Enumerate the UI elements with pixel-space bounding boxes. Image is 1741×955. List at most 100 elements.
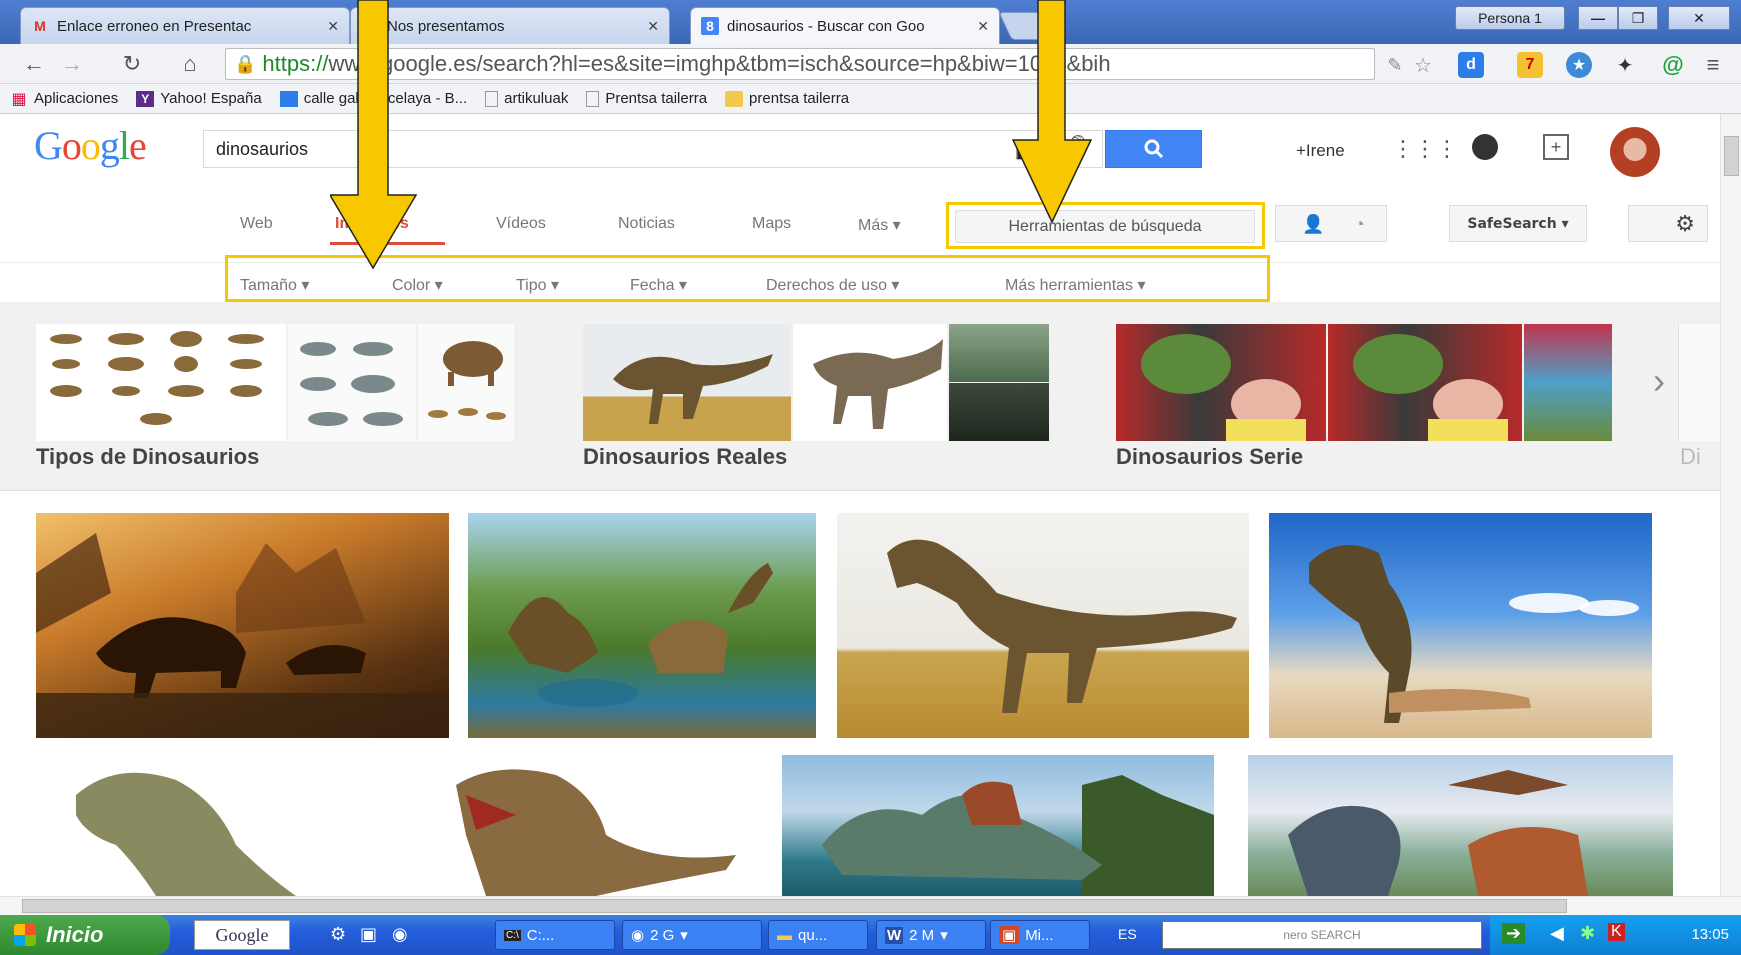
extension-at-icon[interactable]: @ [1660, 52, 1686, 78]
scrollbar-thumb[interactable] [1724, 136, 1739, 176]
related-label[interactable]: Dinosaurios Serie [1116, 444, 1303, 470]
user-link[interactable]: +Irene [1296, 141, 1345, 161]
close-window-button[interactable]: ✕ [1668, 6, 1730, 30]
related-thumb[interactable] [1524, 324, 1612, 441]
tray-arrow-icon[interactable]: ➔ [1502, 923, 1526, 944]
share-plus-icon[interactable]: + [1543, 134, 1569, 160]
search-icon [1144, 139, 1163, 159]
google-logo[interactable]: Google [34, 122, 147, 169]
quicklaunch-pdf-icon[interactable]: ▣ [360, 924, 377, 945]
bookmark-yahoo[interactable]: Y Yahoo! España [136, 90, 262, 107]
related-thumb[interactable] [793, 324, 947, 441]
start-button[interactable]: Inicio [0, 915, 170, 955]
reload-icon[interactable]: ↻ [118, 50, 146, 78]
related-thumb[interactable] [949, 324, 1049, 382]
safesearch-button[interactable]: SafeSearch ▾ [1449, 205, 1587, 242]
scrollbar-thumb[interactable] [22, 899, 1567, 913]
chevron-right-icon[interactable]: › [1653, 360, 1665, 402]
task-word[interactable]: W 2 M ▾ [876, 920, 986, 950]
close-tab-icon[interactable]: ✕ [647, 18, 659, 35]
menu-icon[interactable]: ≡ [1700, 52, 1726, 78]
bookmark-apps[interactable]: ▦ Aplicaciones [10, 90, 119, 108]
extension-bird-icon[interactable]: ✦ [1612, 52, 1638, 78]
related-label[interactable]: Tipos de Dinosaurios [36, 444, 259, 470]
bookmark-label: Aplicaciones [34, 90, 119, 107]
image-result[interactable] [36, 513, 449, 738]
forward-icon[interactable]: → [58, 50, 86, 78]
image-result[interactable] [837, 513, 1249, 738]
related-thumb[interactable] [1678, 324, 1720, 441]
related-thumb[interactable] [583, 324, 791, 441]
image-result[interactable] [426, 755, 753, 896]
bookmark-label: Yahoo! España [160, 90, 262, 107]
task-label: 2 G [650, 926, 675, 944]
tray-network-icon[interactable]: ✱ [1580, 923, 1595, 944]
related-thumb[interactable] [418, 324, 514, 441]
profile-button[interactable]: Persona 1 [1455, 6, 1565, 30]
related-label[interactable]: Dinosaurios Reales [583, 444, 787, 470]
translate-icon[interactable]: ✎ [1382, 52, 1408, 78]
yahoo-icon: Y [136, 90, 155, 107]
tab-maps[interactable]: Maps [752, 215, 791, 233]
task-presentation[interactable]: ▣ Mi... [990, 920, 1090, 950]
globe-icon: ◔ [1354, 214, 1365, 234]
related-thumb[interactable] [1116, 324, 1326, 441]
tab-web[interactable]: Web [240, 215, 273, 233]
trex-skeleton-beach-image [1309, 545, 1639, 723]
bookmark-star-icon[interactable]: ☆ [1410, 52, 1436, 78]
trex-image [613, 354, 773, 424]
related-thumb[interactable] [1328, 324, 1522, 441]
personal-results-toggle[interactable]: 👤 ◔ [1275, 205, 1387, 242]
related-thumb[interactable] [949, 383, 1049, 441]
minimize-button[interactable]: — [1578, 6, 1618, 30]
quicklaunch-chrome-icon[interactable]: ◉ [392, 924, 408, 945]
language-indicator[interactable]: ES [1118, 926, 1137, 942]
bookmark-prentsa[interactable]: Prentsa tailerra [586, 90, 707, 107]
trex-desert-image [887, 539, 1237, 713]
nero-search-box[interactable]: nero SEARCH [1162, 921, 1482, 949]
tab-title: Enlace erroneo en Presentac [57, 17, 252, 35]
related-label[interactable]: Di [1680, 444, 1701, 470]
back-icon[interactable]: ← [20, 50, 48, 78]
settings-gear-icon[interactable]: ⚙ [1628, 205, 1708, 242]
extension-d-icon[interactable]: d [1458, 52, 1484, 78]
tray-antivirus-icon[interactable]: K [1608, 923, 1625, 941]
maximize-button[interactable]: ❐ [1618, 6, 1658, 30]
quicklaunch-icon[interactable]: ⚙ [330, 924, 346, 945]
task-folder[interactable]: ▬ qu... [768, 920, 868, 950]
tab-gmail[interactable]: M Enlace erroneo en Presentac ✕ [20, 7, 350, 44]
horizontal-scrollbar[interactable] [0, 896, 1741, 915]
bookmark-artikuluak[interactable]: artikuluak [485, 90, 568, 107]
close-tab-icon[interactable]: ✕ [977, 18, 989, 35]
related-thumb[interactable] [288, 324, 416, 441]
browser-titlebar: M Enlace erroneo en Presentac ✕ Nos pres… [0, 0, 1741, 44]
search-button[interactable] [1105, 130, 1202, 168]
gmail-icon: M [34, 18, 46, 34]
image-result[interactable] [36, 755, 401, 896]
home-icon[interactable]: ⌂ [176, 50, 204, 78]
bookmark-prentsa-folder[interactable]: prentsa tailerra [725, 90, 849, 107]
avatar[interactable] [1610, 127, 1660, 177]
image-result[interactable] [782, 755, 1214, 896]
image-result[interactable] [1269, 513, 1652, 738]
extension-calendar-icon[interactable]: 7 [1517, 52, 1543, 78]
task-chrome[interactable]: ◉ 2 G ▾ [622, 920, 762, 950]
folder-icon: ▬ [777, 926, 792, 944]
spinosaurus-water-image [822, 775, 1214, 896]
image-result[interactable] [1248, 755, 1673, 896]
extension-star-icon[interactable]: ★ [1566, 52, 1592, 78]
chevron-down-icon: ▾ [940, 927, 948, 944]
notifications-icon[interactable] [1472, 134, 1498, 160]
trex-roar-image [456, 769, 736, 896]
related-thumb[interactable] [36, 324, 286, 441]
tab-dinosaurios[interactable]: 8 dinosaurios - Buscar con Goo ✕ [690, 7, 1000, 44]
task-cmd[interactable]: C:\ C:... [495, 920, 615, 950]
tab-more[interactable]: Más ▾ [858, 215, 901, 235]
tray-back-icon[interactable]: ◀ [1550, 923, 1564, 944]
google-toolbar-button[interactable]: Google [194, 920, 290, 950]
tab-videos[interactable]: Vídeos [496, 215, 546, 233]
tab-news[interactable]: Noticias [618, 215, 675, 233]
apps-launcher-icon[interactable]: ⋮⋮⋮ [1392, 136, 1458, 162]
image-result[interactable] [468, 513, 816, 738]
vertical-scrollbar[interactable] [1720, 114, 1741, 896]
